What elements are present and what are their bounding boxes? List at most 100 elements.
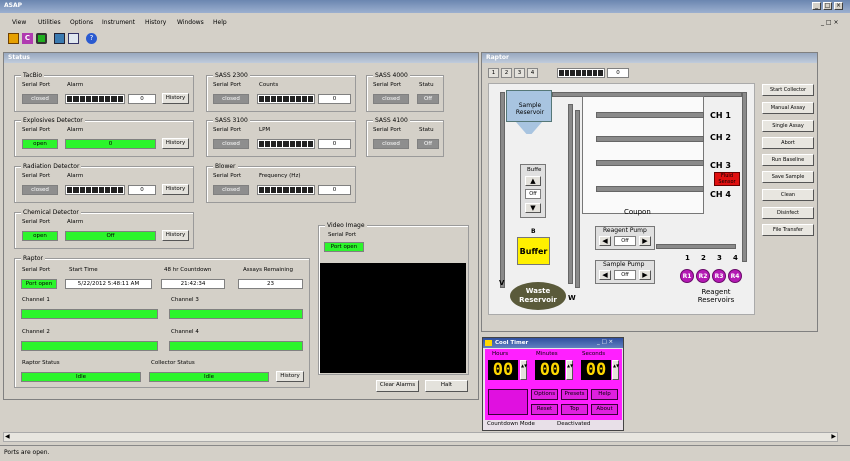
toolbar-building-icon[interactable] — [8, 33, 19, 44]
explosives-history-button[interactable]: History — [162, 138, 189, 149]
toolbar-monitor-icon[interactable] — [54, 33, 65, 44]
channel-3-value — [169, 309, 303, 319]
timer-reset-button[interactable]: Reset — [531, 404, 558, 415]
timer-minutes-spinner[interactable]: ▲▼ — [566, 360, 573, 380]
raptor-history-button[interactable]: History — [276, 371, 304, 382]
buffer-pump-up-button[interactable]: ▲ — [525, 176, 541, 186]
raptor-countdown-label: 48 hr Countdown — [164, 267, 212, 273]
toolbar-gear-icon[interactable] — [36, 33, 47, 44]
timer-presets-button[interactable]: Presets — [561, 389, 588, 400]
menu-history[interactable]: History — [145, 17, 166, 29]
sass2300-group: SASS 2300 Serial Port Counts closed 0 — [206, 72, 356, 112]
menu-help[interactable]: Help — [213, 17, 227, 29]
raptor-group: Raptor Serial Port Start Time 48 hr Coun… — [14, 255, 310, 388]
timer-hours-spinner[interactable]: ▲▼ — [520, 360, 527, 380]
reagent-r3: R3 — [712, 269, 726, 283]
raptor-window-title: Raptor — [486, 54, 509, 61]
sample-pump-left-button[interactable]: ◀ — [599, 270, 611, 280]
reagent-pump-right-button[interactable]: ▶ — [639, 236, 651, 246]
disinfect-button[interactable]: Disinfect — [762, 207, 814, 219]
toolbar-chart-icon[interactable] — [68, 33, 79, 44]
menu-instrument[interactable]: Instrument — [102, 17, 135, 29]
raptor-tab-4[interactable]: 4 — [527, 68, 538, 78]
minimize-button[interactable]: _ — [812, 2, 821, 10]
reagent-pump-label: Reagent Pump — [603, 227, 647, 234]
blower-serial-value: closed — [213, 185, 249, 195]
raptor-tab-1[interactable]: 1 — [488, 68, 499, 78]
timer-app-icon — [485, 340, 492, 346]
channel-2-label: Channel 2 — [22, 329, 50, 335]
menu-windows[interactable]: Windows — [177, 17, 204, 29]
menu-utilities[interactable]: Utilities — [38, 17, 61, 29]
video-feed — [320, 263, 466, 373]
ch2-label: CH 2 — [710, 133, 731, 142]
tacbio-serial-label: Serial Port — [22, 82, 51, 88]
timer-top-button[interactable]: Top — [561, 404, 588, 415]
buffer-pump-label: Buffe — [527, 167, 542, 173]
maximize-button[interactable]: □ — [823, 2, 832, 10]
channel-4-value — [169, 341, 303, 351]
single-assay-button[interactable]: Single Assay — [762, 120, 814, 132]
ch4-label: CH 4 — [710, 190, 731, 199]
scroll-left-icon[interactable]: ◀ — [5, 433, 10, 440]
reagent-num-3: 3 — [717, 254, 722, 262]
clear-alarms-button[interactable]: Clear Alarms — [376, 380, 419, 392]
buffer-reservoir: Buffer — [517, 237, 550, 265]
coupon-channel-3 — [596, 160, 704, 166]
raptor-tab-2[interactable]: 2 — [501, 68, 512, 78]
sample-reservoir-label: Sample Reservoir — [515, 102, 545, 116]
reagent-pump-left-button[interactable]: ◀ — [599, 236, 611, 246]
manual-assay-button[interactable]: Manual Assay — [762, 102, 814, 114]
sass4100-status-value: Off — [417, 139, 439, 149]
timer-minutes-label: Minutes — [536, 351, 558, 357]
menu-view[interactable]: View — [12, 17, 26, 29]
sass2300-counts-label: Counts — [259, 82, 279, 88]
tacbio-history-button[interactable]: History — [162, 93, 189, 104]
buffer-pump-down-button[interactable]: ▼ — [525, 203, 541, 213]
sass2300-label: SASS 2300 — [213, 72, 250, 79]
sass2300-serial-value: closed — [213, 94, 249, 104]
sample-pump-right-button[interactable]: ▶ — [639, 270, 651, 280]
timer-options-button[interactable]: Options — [531, 389, 558, 400]
horizontal-scrollbar[interactable]: ◀ ▶ — [3, 432, 838, 442]
toolbar-c-icon[interactable]: C — [22, 33, 33, 44]
raptor-tab-3[interactable]: 3 — [514, 68, 525, 78]
mdi-minimize-button[interactable]: _ □ × — [821, 19, 839, 26]
timer-state: Deactivated — [557, 421, 591, 427]
radiation-history-button[interactable]: History — [162, 184, 189, 195]
tacbio-alarm-bar — [65, 94, 125, 104]
run-baseline-button[interactable]: Run Baseline — [762, 154, 814, 166]
sass4100-status-label: Statu — [419, 127, 434, 133]
explosives-alarm-value: 0 — [65, 139, 156, 149]
start-collector-button[interactable]: Start Collector — [762, 84, 814, 96]
file-transfer-button[interactable]: File Transfer — [762, 224, 814, 236]
chemical-history-button[interactable]: History — [162, 230, 189, 241]
sass4000-status-value: Off — [417, 94, 439, 104]
app-titlebar: ASAP — [0, 0, 850, 13]
scroll-right-icon[interactable]: ▶ — [831, 433, 836, 440]
timer-help-button[interactable]: Help — [591, 389, 618, 400]
close-button[interactable]: × — [834, 2, 843, 10]
clean-button[interactable]: Clean — [762, 189, 814, 201]
abort-button[interactable]: Abort — [762, 137, 814, 149]
menu-options[interactable]: Options — [70, 17, 93, 29]
save-sample-button[interactable]: Save Sample — [762, 171, 814, 183]
radiation-group: Radiation Detector Serial Port Alarm clo… — [14, 163, 194, 203]
video-label: Video Image — [325, 222, 367, 229]
sass4100-label: SASS 4100 — [373, 117, 410, 124]
status-bar-text: Ports are open. — [4, 449, 50, 456]
timer-start-area[interactable] — [488, 389, 528, 415]
blower-group: Blower Serial Port Frequency (Hz) closed… — [206, 163, 356, 203]
sass2300-serial-label: Serial Port — [213, 82, 242, 88]
timer-minutes: 00 — [535, 360, 565, 380]
sass4000-group: SASS 4000 Serial Port Statu closed Off — [366, 72, 444, 112]
halt-button[interactable]: Halt — [425, 380, 468, 392]
status-window-titlebar: Status — [4, 53, 478, 63]
sass4100-group: SASS 4100 Serial Port Statu closed Off — [366, 117, 444, 157]
timer-about-button[interactable]: About — [591, 404, 618, 415]
pipe-left-bundle-2 — [575, 110, 580, 288]
timer-window-buttons[interactable]: _ □ × — [597, 339, 613, 345]
timer-seconds-spinner[interactable]: ▲▼ — [612, 360, 619, 380]
toolbar-help-icon[interactable]: ? — [86, 33, 97, 44]
reagent-num-2: 2 — [701, 254, 706, 262]
